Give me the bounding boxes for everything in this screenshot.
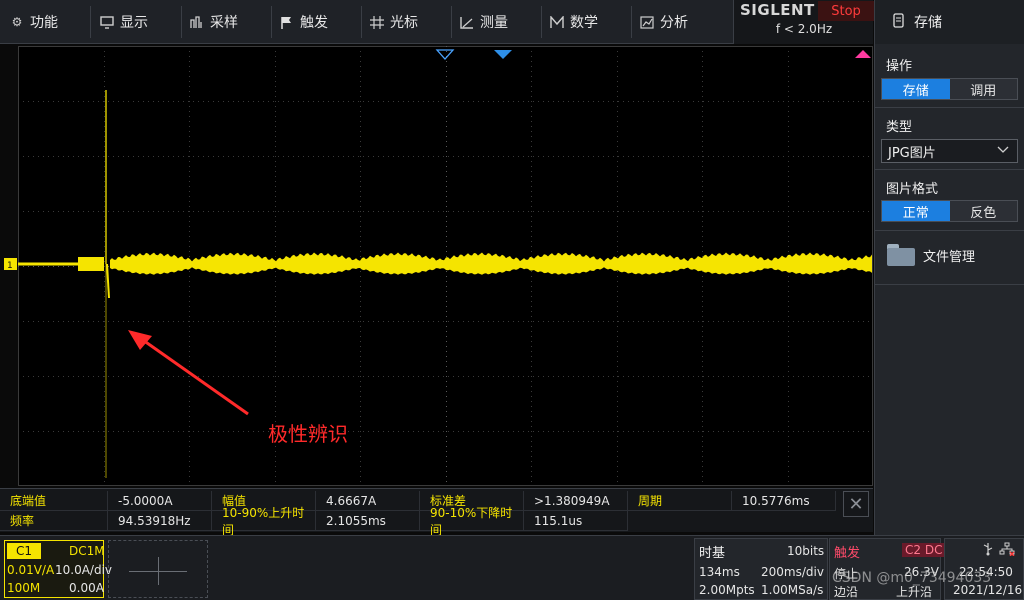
channel1-offset: 0.00A (69, 581, 104, 595)
chevron-down-icon (997, 144, 1009, 157)
operation-recall-option[interactable]: 调用 (949, 79, 1017, 99)
menu-measure-label: 测量 (480, 15, 508, 31)
image-format-toggle: 正常 反色 (881, 200, 1018, 222)
file-manager-label: 文件管理 (923, 249, 976, 265)
channel1-tag: C1 (7, 543, 41, 559)
trigger-source: C2 DC (902, 543, 946, 557)
close-icon[interactable]: ✕ (843, 491, 869, 517)
annotation-arrow (128, 330, 249, 416)
operation-toggle: 存储 调用 (881, 78, 1018, 100)
folder-icon (887, 244, 915, 266)
menu-analysis[interactable]: 分析 (632, 0, 730, 44)
measure-value-period: 10.5776ms (732, 491, 836, 511)
file-manager-button[interactable]: 文件管理 (887, 244, 975, 266)
measure-value-frequency: 94.53918Hz (108, 511, 212, 531)
timebase-sample-rate: 1.00MSa/s (761, 583, 824, 597)
channel1-coupling: DC1M (69, 544, 105, 558)
brand-logo: SIGLENT (740, 1, 815, 19)
usb-icon (981, 542, 995, 560)
menu-math[interactable]: 数学 (542, 0, 630, 44)
timebase-settings[interactable]: 时基 10bits 134ms 200ms/div 2.00Mpts 1.00M… (694, 538, 828, 600)
panel-title: 存储 (914, 15, 942, 31)
type-select[interactable]: JPG图片 (881, 139, 1018, 163)
annotation-label: 极性辨识 (268, 422, 348, 446)
trigger-frequency: f < 2.0Hz (775, 22, 833, 36)
network-icon (999, 542, 1015, 560)
measure-value-fall-time: 115.1us (524, 511, 628, 531)
trigger-delay-marker[interactable] (494, 50, 512, 59)
panel-header: 存储 (875, 0, 1024, 44)
type-select-value: JPG图片 (888, 145, 936, 161)
save-recall-panel: 存储 操作 存储 调用 类型 JPG图片 图片格式 正常 反色 文件管理 (874, 0, 1024, 535)
menu-analysis-label: 分析 (660, 15, 688, 31)
math-icon (550, 15, 564, 29)
channel1-probe: 0.01V/A (7, 563, 55, 577)
format-invert-option[interactable]: 反色 (949, 201, 1017, 221)
measure-label-base: 底端值 (0, 491, 108, 511)
image-format-label: 图片格式 (886, 182, 939, 197)
storage-icon (893, 12, 904, 32)
measure-label-period: 周期 (628, 491, 732, 511)
measure-value-rise-time: 2.1055ms (316, 511, 420, 531)
channel1-settings[interactable]: C1 DC1M 0.01V/A 10.0A/div 100M 0.00A (4, 540, 112, 598)
add-channel-button[interactable] (108, 540, 208, 598)
time-position-marker[interactable] (435, 49, 455, 60)
type-label: 类型 (886, 120, 913, 135)
timebase-bits: 10bits (787, 544, 825, 558)
run-stop-status[interactable]: Stop (818, 1, 874, 21)
measure-label-fall-time: 90-10%下降时间 (420, 506, 524, 537)
trigger-settings[interactable]: 触发 C2 DC 停止 26.3V 边沿 上升沿 (829, 538, 946, 600)
bottom-status-bar: C1 DC1M 0.01V/A 10.0A/div 100M 0.00A 时基 … (0, 535, 1024, 600)
measure-value-amplitude: 4.6667A (316, 491, 420, 511)
trigger-level-marker[interactable] (855, 50, 871, 58)
watermark: CSDN @m0_73494033 (832, 570, 992, 586)
operation-label: 操作 (886, 59, 913, 74)
measure-label-rise-time: 10-90%上升时间 (212, 506, 316, 537)
timebase-memory: 2.00Mpts (699, 583, 755, 597)
menu-measure[interactable]: 测量 (452, 0, 540, 44)
measure-label-frequency: 频率 (0, 511, 108, 531)
brand-status: SIGLENT Stop f < 2.0Hz (733, 0, 874, 44)
ruler-icon (460, 15, 474, 29)
channel1-scale: 10.0A/div (55, 563, 113, 577)
operation-save-option[interactable]: 存储 (882, 79, 950, 99)
panel-divider (875, 230, 1024, 231)
timebase-scale: 200ms/div (761, 565, 824, 579)
measurement-table: 底端值 -5.0000A 幅值 4.6667A 标准差 >1.380949A 周… (0, 488, 873, 537)
measure-value-base: -5.0000A (108, 491, 212, 511)
measure-value-stddev: >1.380949A (524, 491, 628, 511)
menu-math-label: 数学 (570, 15, 598, 31)
panel-divider (875, 284, 1024, 285)
format-normal-option[interactable]: 正常 (882, 201, 950, 221)
channel1-bandwidth: 100M (7, 581, 41, 595)
panel-divider (875, 107, 1024, 108)
trigger-title: 触发 (834, 546, 861, 561)
timebase-title: 时基 (699, 546, 726, 561)
panel-divider (875, 169, 1024, 170)
timebase-delay: 134ms (699, 565, 740, 579)
analysis-icon (640, 15, 654, 29)
system-status: 22:54:50 2021/12/16 (944, 538, 1024, 600)
